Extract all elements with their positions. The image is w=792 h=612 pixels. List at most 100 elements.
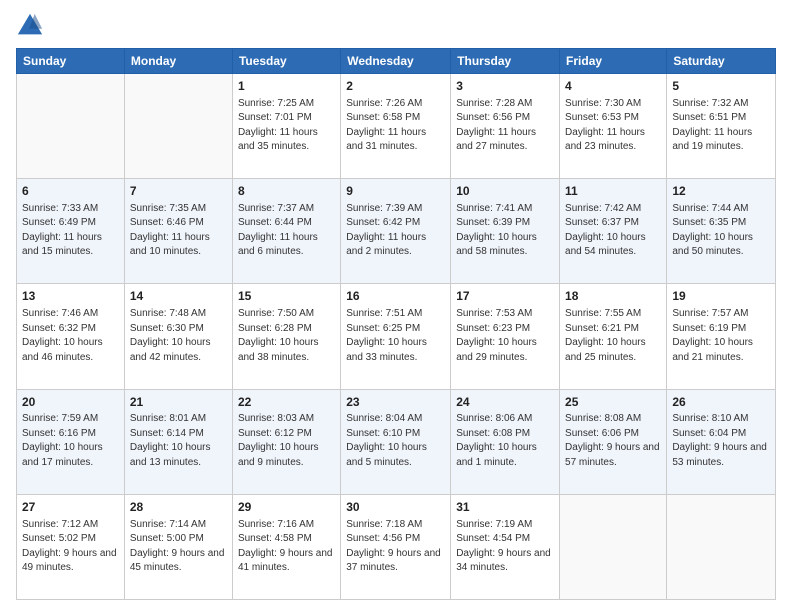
day-cell: 31 Sunrise: 7:19 AMSunset: 4:54 PMDayligh… [451, 494, 560, 599]
day-info: Sunrise: 7:32 AMSunset: 6:51 PMDaylight:… [672, 97, 770, 155]
day-info: Sunrise: 7:53 AMSunset: 6:23 PMDaylight:… [456, 307, 554, 365]
day-cell [124, 74, 232, 179]
day-cell: 13 Sunrise: 7:46 AMSunset: 6:32 PMDayligh… [17, 284, 125, 389]
day-number: 31 [456, 499, 554, 516]
day-cell: 12 Sunrise: 7:44 AMSunset: 6:35 PMDayligh… [667, 179, 776, 284]
day-number: 18 [565, 288, 661, 305]
day-cell: 28 Sunrise: 7:14 AMSunset: 5:00 PMDayligh… [124, 494, 232, 599]
day-info: Sunrise: 7:39 AMSunset: 6:42 PMDaylight:… [346, 202, 445, 260]
day-number: 8 [238, 183, 335, 200]
day-number: 4 [565, 78, 661, 95]
header [16, 12, 776, 40]
day-info: Sunrise: 7:12 AMSunset: 5:02 PMDaylight:… [22, 518, 119, 576]
col-header-monday: Monday [124, 49, 232, 74]
day-info: Sunrise: 7:41 AMSunset: 6:39 PMDaylight:… [456, 202, 554, 260]
day-info: Sunrise: 7:44 AMSunset: 6:35 PMDaylight:… [672, 202, 770, 260]
day-info: Sunrise: 7:14 AMSunset: 5:00 PMDaylight:… [130, 518, 227, 576]
day-number: 19 [672, 288, 770, 305]
day-cell: 29 Sunrise: 7:16 AMSunset: 4:58 PMDayligh… [232, 494, 340, 599]
day-number: 12 [672, 183, 770, 200]
day-number: 28 [130, 499, 227, 516]
week-row-2: 13 Sunrise: 7:46 AMSunset: 6:32 PMDayligh… [17, 284, 776, 389]
day-cell: 27 Sunrise: 7:12 AMSunset: 5:02 PMDayligh… [17, 494, 125, 599]
day-number: 13 [22, 288, 119, 305]
day-cell: 22Sunrise: 8:03 AMSunset: 6:12 PMDayligh… [232, 389, 340, 494]
week-row-4: 27 Sunrise: 7:12 AMSunset: 5:02 PMDayligh… [17, 494, 776, 599]
day-cell: 1 Sunrise: 7:25 AMSunset: 7:01 PMDaylight… [232, 74, 340, 179]
col-header-friday: Friday [560, 49, 667, 74]
day-info: Sunrise: 7:26 AMSunset: 6:58 PMDaylight:… [346, 97, 445, 155]
day-info: Sunrise: 7:16 AMSunset: 4:58 PMDaylight:… [238, 518, 335, 576]
day-info: Sunrise: 7:35 AMSunset: 6:46 PMDaylight:… [130, 202, 227, 260]
day-info: Sunrise: 7:18 AMSunset: 4:56 PMDaylight:… [346, 518, 445, 576]
week-row-0: 1 Sunrise: 7:25 AMSunset: 7:01 PMDaylight… [17, 74, 776, 179]
day-info: Sunrise: 7:57 AMSunset: 6:19 PMDaylight:… [672, 307, 770, 365]
day-info: Sunrise: 7:48 AMSunset: 6:30 PMDaylight:… [130, 307, 227, 365]
day-cell: 10 Sunrise: 7:41 AMSunset: 6:39 PMDayligh… [451, 179, 560, 284]
day-number: 9 [346, 183, 445, 200]
day-cell: 19 Sunrise: 7:57 AMSunset: 6:19 PMDayligh… [667, 284, 776, 389]
day-number: 17 [456, 288, 554, 305]
page: SundayMondayTuesdayWednesdayThursdayFrid… [0, 0, 792, 612]
logo [16, 12, 48, 40]
day-cell: 9 Sunrise: 7:39 AMSunset: 6:42 PMDaylight… [341, 179, 451, 284]
day-cell: 20Sunrise: 7:59 AMSunset: 6:16 PMDayligh… [17, 389, 125, 494]
day-cell: 3 Sunrise: 7:28 AMSunset: 6:56 PMDaylight… [451, 74, 560, 179]
day-info: Sunrise: 8:06 AMSunset: 6:08 PMDaylight:… [456, 412, 554, 470]
day-info: Sunrise: 7:37 AMSunset: 6:44 PMDaylight:… [238, 202, 335, 260]
day-cell: 30 Sunrise: 7:18 AMSunset: 4:56 PMDayligh… [341, 494, 451, 599]
day-number: 25 [565, 394, 661, 411]
day-cell: 18Sunrise: 7:55 AMSunset: 6:21 PMDayligh… [560, 284, 667, 389]
day-info: Sunrise: 8:03 AMSunset: 6:12 PMDaylight:… [238, 412, 335, 470]
day-number: 24 [456, 394, 554, 411]
day-info: Sunrise: 7:25 AMSunset: 7:01 PMDaylight:… [238, 97, 335, 155]
day-number: 27 [22, 499, 119, 516]
day-number: 5 [672, 78, 770, 95]
day-cell: 5 Sunrise: 7:32 AMSunset: 6:51 PMDaylight… [667, 74, 776, 179]
day-cell: 2 Sunrise: 7:26 AMSunset: 6:58 PMDaylight… [341, 74, 451, 179]
col-header-thursday: Thursday [451, 49, 560, 74]
day-cell: 8 Sunrise: 7:37 AMSunset: 6:44 PMDaylight… [232, 179, 340, 284]
day-number: 3 [456, 78, 554, 95]
day-number: 30 [346, 499, 445, 516]
day-cell: 14 Sunrise: 7:48 AMSunset: 6:30 PMDayligh… [124, 284, 232, 389]
day-cell: 11 Sunrise: 7:42 AMSunset: 6:37 PMDayligh… [560, 179, 667, 284]
day-cell [667, 494, 776, 599]
day-info: Sunrise: 7:51 AMSunset: 6:25 PMDaylight:… [346, 307, 445, 365]
calendar-header-row: SundayMondayTuesdayWednesdayThursdayFrid… [17, 49, 776, 74]
day-cell: 16 Sunrise: 7:51 AMSunset: 6:25 PMDayligh… [341, 284, 451, 389]
day-cell [560, 494, 667, 599]
day-cell: 17 Sunrise: 7:53 AMSunset: 6:23 PMDayligh… [451, 284, 560, 389]
day-number: 11 [565, 183, 661, 200]
day-info: Sunrise: 7:30 AMSunset: 6:53 PMDaylight:… [565, 97, 661, 155]
day-info: Sunrise: 8:01 AMSunset: 6:14 PMDaylight:… [130, 412, 227, 470]
day-info: Sunrise: 7:19 AMSunset: 4:54 PMDaylight:… [456, 518, 554, 576]
day-info: Sunrise: 7:46 AMSunset: 6:32 PMDaylight:… [22, 307, 119, 365]
day-number: 14 [130, 288, 227, 305]
day-number: 20 [22, 394, 119, 411]
day-cell: 6Sunrise: 7:33 AMSunset: 6:49 PMDaylight… [17, 179, 125, 284]
day-info: Sunrise: 8:08 AMSunset: 6:06 PMDaylight:… [565, 412, 661, 470]
day-number: 2 [346, 78, 445, 95]
day-cell: 15Sunrise: 7:50 AMSunset: 6:28 PMDayligh… [232, 284, 340, 389]
day-number: 15 [238, 288, 335, 305]
day-cell: 7 Sunrise: 7:35 AMSunset: 6:46 PMDaylight… [124, 179, 232, 284]
day-cell: 25Sunrise: 8:08 AMSunset: 6:06 PMDayligh… [560, 389, 667, 494]
day-info: Sunrise: 7:28 AMSunset: 6:56 PMDaylight:… [456, 97, 554, 155]
day-number: 1 [238, 78, 335, 95]
day-number: 22 [238, 394, 335, 411]
day-number: 29 [238, 499, 335, 516]
day-info: Sunrise: 7:42 AMSunset: 6:37 PMDaylight:… [565, 202, 661, 260]
day-number: 26 [672, 394, 770, 411]
day-number: 6 [22, 183, 119, 200]
calendar-table: SundayMondayTuesdayWednesdayThursdayFrid… [16, 48, 776, 600]
day-number: 10 [456, 183, 554, 200]
logo-icon [16, 12, 44, 40]
col-header-sunday: Sunday [17, 49, 125, 74]
day-cell: 4 Sunrise: 7:30 AMSunset: 6:53 PMDaylight… [560, 74, 667, 179]
day-number: 16 [346, 288, 445, 305]
day-number: 21 [130, 394, 227, 411]
day-number: 7 [130, 183, 227, 200]
day-cell: 21Sunrise: 8:01 AMSunset: 6:14 PMDayligh… [124, 389, 232, 494]
week-row-3: 20Sunrise: 7:59 AMSunset: 6:16 PMDayligh… [17, 389, 776, 494]
